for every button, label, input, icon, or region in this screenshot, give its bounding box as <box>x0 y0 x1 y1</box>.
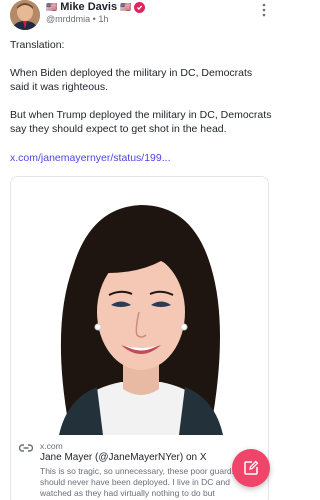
card-domain: x.com <box>40 441 63 451</box>
card-image <box>11 177 268 435</box>
avatar[interactable] <box>10 0 40 30</box>
post-link[interactable]: x.com/janemayernyer/status/199... <box>10 152 171 164</box>
flag-right: 🇺🇸 <box>120 1 132 12</box>
link-card[interactable]: x.com Jane Mayer (@JaneMayerNYer) on X T… <box>10 176 269 500</box>
post-header: 🇺🇸 Mike Davis 🇺🇸 @mrddmia • 1h <box>10 0 269 32</box>
compose-icon <box>244 460 259 475</box>
author-name[interactable]: Mike Davis <box>60 1 117 13</box>
card-title[interactable]: Jane Mayer (@JaneMayerNYer) on X <box>40 452 207 463</box>
post-body: Translation: When Biden deployed the mil… <box>10 38 272 150</box>
handle-line: @mrddmia • 1h <box>46 14 108 24</box>
author-handle[interactable]: @mrddmia <box>46 14 90 24</box>
author-line: 🇺🇸 Mike Davis 🇺🇸 <box>46 1 146 13</box>
link-icon <box>19 444 33 452</box>
post-paragraph: When Biden deployed the military in DC, … <box>10 67 253 93</box>
more-vertical-icon[interactable] <box>261 3 267 17</box>
flag-left: 🇺🇸 <box>46 1 58 12</box>
post-paragraph: Translation: <box>10 39 65 51</box>
verified-badge-icon <box>134 1 146 13</box>
meta-separator: • <box>92 14 96 24</box>
post-age: 1h <box>98 14 109 24</box>
compose-button[interactable] <box>232 449 270 487</box>
card-description: This is so tragic, so unnecessary, these… <box>40 466 253 498</box>
post-paragraph: But when Trump deployed the military in … <box>10 109 272 135</box>
